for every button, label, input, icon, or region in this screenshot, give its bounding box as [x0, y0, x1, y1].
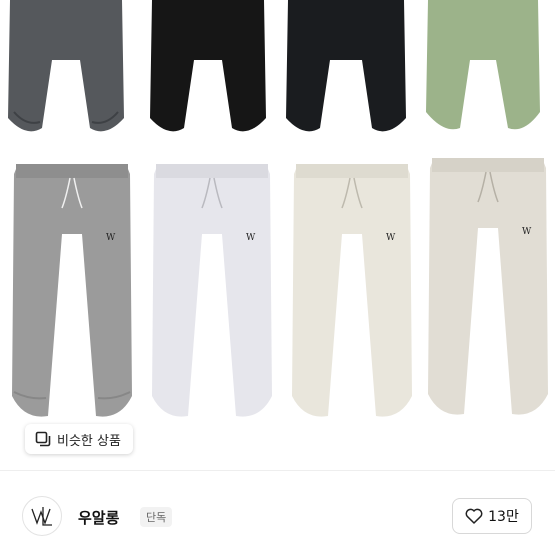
product-image-gallery[interactable]: W W W W 비슷한 상품 — [0, 0, 555, 470]
pants-melange-grey: W — [12, 164, 132, 417]
like-count: 13만 — [488, 509, 519, 525]
heart-outline-icon — [465, 508, 483, 524]
wooalong-logo — [31, 507, 52, 526]
svg-text:W: W — [106, 233, 116, 243]
similar-items-icon — [35, 431, 51, 447]
svg-text:W: W — [246, 233, 256, 243]
svg-text:W: W — [522, 227, 532, 237]
seller-bar: 우알롱 단독 13만 — [0, 471, 555, 555]
similar-products-button[interactable]: 비슷한 상품 — [25, 424, 133, 454]
seller-name[interactable]: 우알롱 — [78, 507, 119, 528]
svg-text:W: W — [386, 233, 396, 243]
pants-sage — [426, 0, 540, 130]
pants-light-grey: W — [152, 164, 272, 417]
like-button[interactable]: 13만 — [452, 498, 532, 534]
pants-black — [150, 0, 266, 132]
pants-black-2 — [286, 0, 406, 132]
similar-products-label: 비슷한 상품 — [57, 433, 121, 449]
pants-cream: W — [292, 164, 412, 417]
exclusive-badge: 단독 — [140, 507, 173, 527]
seller-avatar[interactable] — [22, 496, 62, 536]
pants-charcoal — [8, 0, 124, 132]
pants-oatmeal: W — [428, 158, 548, 415]
